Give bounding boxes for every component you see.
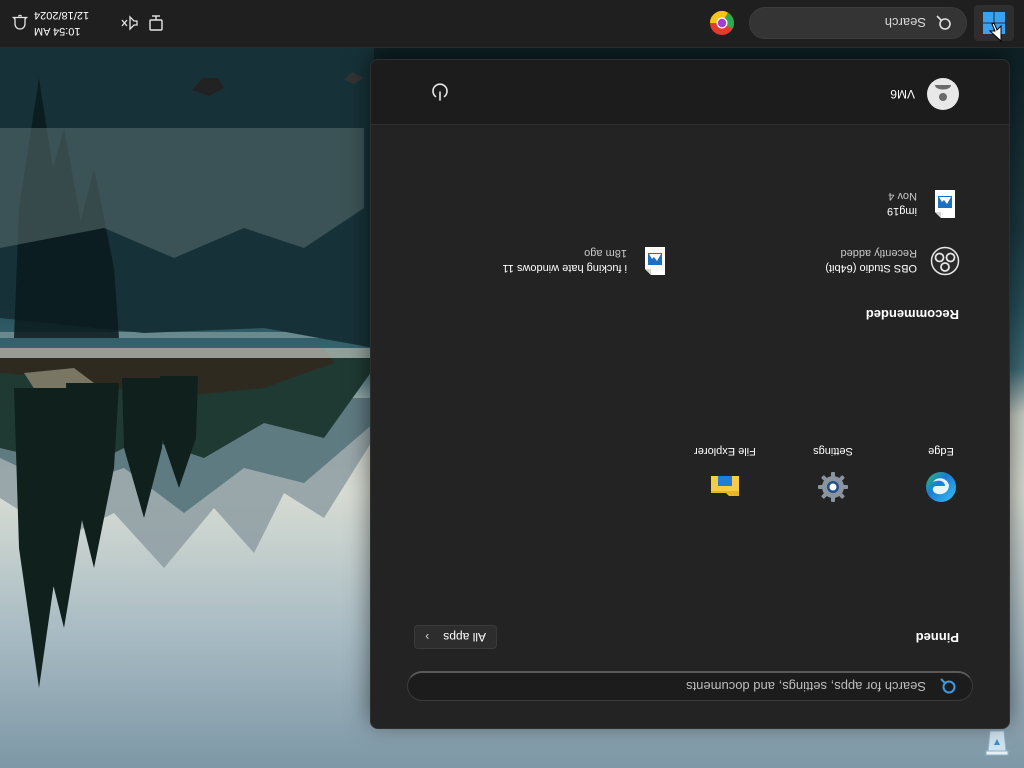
taskbar: Search 10:54 AM 12/18/2024 xyxy=(0,0,1024,48)
recommended-item-obs[interactable]: OBS Studio (64bit) Recently added xyxy=(825,241,961,281)
taskbar-search-label: Search xyxy=(884,15,926,31)
recommended-item-subtitle: Nov 4 xyxy=(888,190,917,203)
all-apps-label: All apps xyxy=(443,630,486,644)
notification-icon[interactable] xyxy=(10,13,30,33)
taskbar-search-box[interactable]: Search xyxy=(749,7,967,39)
gear-icon xyxy=(818,472,848,502)
recommended-item-name: i fucking hate windows 11 xyxy=(502,262,627,275)
taskbar-clock[interactable]: 10:54 AM 12/18/2024 xyxy=(34,7,106,39)
pinned-title: Pinned xyxy=(915,630,959,645)
edge-icon xyxy=(926,472,956,502)
recommended-item-name: img19 xyxy=(887,205,917,218)
start-menu: Pinned All apps › Edge xyxy=(370,59,1010,729)
clock-date: 12/18/2024 xyxy=(34,9,90,21)
search-icon xyxy=(940,678,956,694)
recycle-bin-icon[interactable] xyxy=(973,724,1021,764)
recommended-title: Recommended xyxy=(865,307,959,322)
recommended-item-subtitle: Recently added xyxy=(840,247,917,260)
image-file-icon xyxy=(929,188,961,220)
image-file-icon xyxy=(639,245,671,277)
pinned-app-file-explorer[interactable]: File Explorer xyxy=(677,434,773,504)
search-icon xyxy=(936,15,951,30)
recommended-item-img19[interactable]: img19 Nov 4 xyxy=(887,184,961,224)
start-menu-footer: VM6 xyxy=(371,60,1009,125)
recommended-item-image-file[interactable]: i fucking hate windows 11 18m ago xyxy=(502,241,671,281)
recommended-item-name: OBS Studio (64bit) xyxy=(825,262,917,275)
clock-time: 10:54 AM xyxy=(34,25,81,37)
pinned-app-label: Edge xyxy=(928,445,954,457)
user-name: VM6 xyxy=(890,87,915,101)
avatar xyxy=(927,78,959,110)
desktop-rotated-view: Pinned All apps › Edge xyxy=(0,0,1024,768)
user-icon xyxy=(935,85,951,101)
chrome-icon[interactable] xyxy=(708,9,736,37)
volume-icon[interactable] xyxy=(120,13,140,33)
all-apps-button[interactable]: All apps › xyxy=(414,625,497,649)
chevron-right-icon: › xyxy=(425,630,430,644)
network-icon[interactable] xyxy=(146,13,166,33)
start-search-input[interactable] xyxy=(444,678,928,695)
pinned-app-settings[interactable]: Settings xyxy=(785,434,881,504)
power-icon[interactable] xyxy=(429,81,451,103)
user-account-button[interactable]: VM6 xyxy=(890,78,959,110)
pinned-app-label: Settings xyxy=(813,445,853,457)
recommended-item-subtitle: 18m ago xyxy=(584,247,627,260)
pinned-app-label: File Explorer xyxy=(694,445,756,457)
obs-icon xyxy=(929,245,961,277)
folder-icon xyxy=(711,476,739,496)
start-search-box[interactable] xyxy=(407,671,973,701)
mouse-cursor-icon xyxy=(988,22,1002,42)
pinned-app-edge[interactable]: Edge xyxy=(893,434,989,504)
